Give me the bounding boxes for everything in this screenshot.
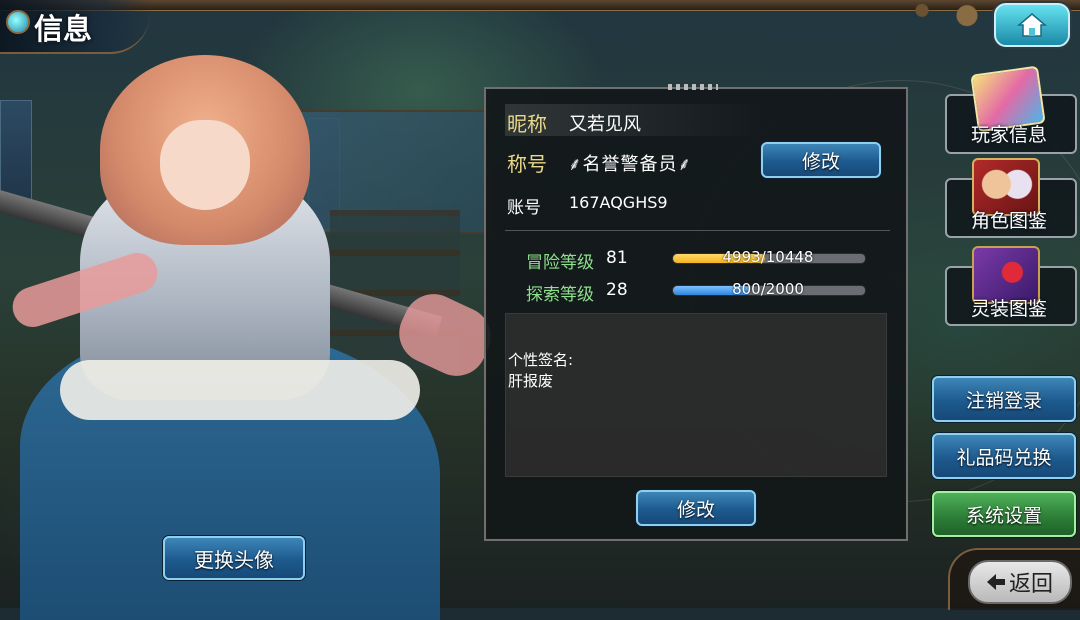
explore-progress-text: 800/2000 [732, 280, 804, 298]
adventure-level-label: 冒险等级 [526, 253, 594, 273]
wing-left-icon: ⸙ [568, 154, 583, 175]
edit-title-button[interactable]: 修改 [761, 142, 881, 178]
back-label: 返回 [1008, 572, 1053, 597]
adventure-level-value: 81 [606, 248, 628, 268]
home-icon [1017, 13, 1047, 37]
edit-signature-button[interactable]: 修改 [636, 490, 756, 526]
character-fur-trim [60, 360, 420, 420]
adventure-progress-text: 4993/10448 [722, 248, 814, 266]
page-title: 信息 [34, 12, 93, 46]
character-face [160, 120, 250, 210]
wing-right-icon: ⸙ [677, 154, 692, 175]
arrow-left-icon [986, 574, 1005, 590]
title-plate: 信息 [0, 0, 150, 54]
account-label: 账号 [507, 198, 541, 218]
explore-level-value: 28 [606, 280, 628, 300]
player-info-label: 玩家信息 [970, 124, 1047, 146]
logout-button[interactable]: 注销登录 [932, 376, 1076, 422]
panel-divider [505, 230, 890, 231]
change-avatar-button[interactable]: 更换头像 [163, 536, 305, 580]
settings-button[interactable]: 系统设置 [932, 491, 1076, 537]
title-label: 称号 [507, 152, 547, 176]
corner-ornament [904, 0, 994, 52]
back-button[interactable]: 返回 [968, 560, 1072, 604]
explore-level-label: 探索等级 [526, 285, 594, 305]
equipment-book-label: 灵装图鉴 [970, 298, 1047, 320]
gem-icon [6, 10, 30, 34]
panel-ornament [668, 84, 718, 90]
nickname-value: 又若见风 [569, 114, 641, 135]
account-value: 167AQGHS9 [569, 193, 668, 212]
title-value: 名誉警备员 [582, 154, 678, 175]
signature-label: 个性签名: [508, 351, 574, 369]
signature-box[interactable] [505, 313, 887, 477]
title-badge: ⸙名誉警备员⸙ [568, 150, 692, 176]
gift-code-button[interactable]: 礼品码兑换 [932, 433, 1076, 479]
nickname-label: 昵称 [507, 112, 547, 136]
signature-text: 肝报废 [508, 372, 554, 390]
home-button[interactable] [994, 3, 1070, 47]
character-book-label: 角色图鉴 [970, 210, 1047, 232]
